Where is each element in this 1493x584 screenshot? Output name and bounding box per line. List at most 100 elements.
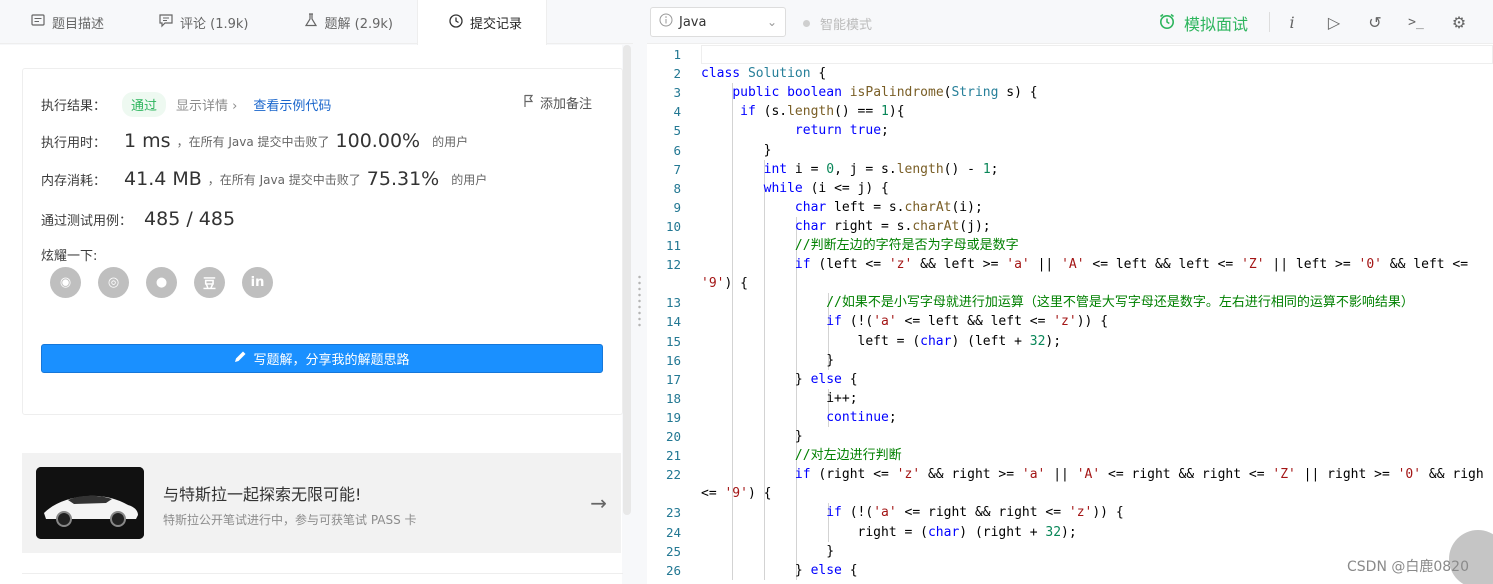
code-line: if (!('a' <= left && left <= 'z')) { bbox=[826, 314, 1109, 330]
exec-result-row: 执行结果： 通过 显示详情 › 查看示例代码 bbox=[41, 92, 331, 117]
submission-panel: 执行结果： 通过 显示详情 › 查看示例代码 添加备注 执行用时： 1 ms ，… bbox=[0, 45, 623, 584]
reset-icon[interactable]: ↺ bbox=[1364, 11, 1386, 33]
line-number: 26 bbox=[665, 562, 681, 578]
next-card-edge bbox=[22, 573, 623, 584]
alarm-clock-icon bbox=[1158, 12, 1176, 34]
memory-row: 内存消耗： 41.4 MB ，在所有 Java 提交中击败了 75.31% 的用… bbox=[41, 168, 487, 190]
code-line: //对左边进行判断 bbox=[794, 448, 902, 464]
line-number: 4 bbox=[673, 104, 681, 120]
code-line: char right = s.charAt(j); bbox=[794, 218, 991, 234]
runtime-percentile: 100.00% bbox=[335, 130, 421, 152]
add-note-label: 添加备注 bbox=[539, 97, 592, 112]
toggle-dot-icon bbox=[803, 20, 810, 27]
tab-comments[interactable]: 评论 (1.9k) bbox=[128, 0, 272, 44]
code-line: char left = s.charAt(i); bbox=[794, 199, 983, 215]
smart-mode-toggle[interactable]: 智能模式 bbox=[803, 14, 872, 33]
line-number: 1 bbox=[673, 47, 681, 62]
language-select[interactable]: Java ⌄ bbox=[650, 7, 786, 37]
testcases-label: 通过测试用例： bbox=[41, 213, 133, 229]
pencil-icon bbox=[234, 350, 247, 367]
code-line: if (left <= 'z' && left >= 'a' || 'A' <=… bbox=[794, 257, 1469, 273]
line-number: 15 bbox=[665, 333, 681, 349]
weibo-icon[interactable]: ◎ bbox=[98, 267, 129, 298]
comment-icon bbox=[158, 12, 174, 32]
line-number: 16 bbox=[665, 352, 681, 368]
runtime-label: 执行用时： bbox=[41, 135, 107, 151]
line-number: 5 bbox=[673, 123, 681, 139]
line-number: 13 bbox=[665, 295, 681, 311]
line-number: 12 bbox=[665, 257, 681, 273]
wechat-icon[interactable]: ◉ bbox=[50, 267, 81, 298]
info-circle-icon bbox=[659, 13, 673, 31]
share-row: 炫耀一下: bbox=[41, 245, 97, 264]
code-area[interactable]: class Solution { public boolean isPalind… bbox=[701, 44, 1493, 584]
line-number: 14 bbox=[665, 314, 681, 330]
code-line: //判断左边的字符是否为字母或是数字 bbox=[794, 238, 1019, 253]
tab-label: 题目描述 bbox=[52, 16, 105, 32]
ad-title: 与特斯拉一起探索无限可能! bbox=[163, 485, 362, 504]
line-number: 18 bbox=[665, 390, 681, 406]
flag-icon bbox=[523, 94, 535, 112]
flask-icon bbox=[303, 12, 319, 32]
line-number: 17 bbox=[665, 371, 681, 387]
drag-handle-icon[interactable] bbox=[638, 274, 641, 328]
add-note-button[interactable]: 添加备注 bbox=[523, 93, 592, 112]
tab-label: 评论 (1.9k) bbox=[180, 16, 249, 32]
tab-description[interactable]: 题目描述 bbox=[0, 0, 128, 44]
share-label: 炫耀一下: bbox=[41, 249, 98, 264]
editor-panel: Java ⌄ 智能模式 模拟面试 i ▷ ↺ >_ ⚙ 1 2 3 4 5 6 7 8 9 10 1… bbox=[647, 0, 1493, 584]
mock-interview-button[interactable]: 模拟面试 bbox=[1158, 11, 1248, 35]
code-line: '9') { bbox=[701, 276, 748, 292]
code-editor[interactable]: 1 2 3 4 5 6 7 8 9 10 11 12 13 14 15 16 17 18 19 20 21 22 23 24 2… bbox=[647, 44, 1493, 584]
tesla-ad-banner[interactable]: 与特斯拉一起探索无限可能! 特斯拉公开笔试进行中，参与可获笔试 PASS 卡 → bbox=[22, 453, 621, 553]
status-badge: 通过 bbox=[122, 92, 167, 117]
douban-icon[interactable]: 豆 bbox=[194, 267, 225, 298]
tab-bar: 题目描述 评论 (1.9k) 题解 (2.9k) 提交记录 bbox=[0, 0, 633, 45]
code-line: } bbox=[701, 543, 835, 559]
line-number: 25 bbox=[665, 543, 681, 559]
panel-splitter[interactable] bbox=[633, 0, 647, 584]
testcases-value: 485 / 485 bbox=[144, 208, 236, 230]
result-card: 执行结果： 通过 显示详情 › 查看示例代码 添加备注 执行用时： 1 ms ，… bbox=[22, 68, 623, 415]
app-root: 题目描述 评论 (1.9k) 题解 (2.9k) 提交记录 执行结果： 通过 显… bbox=[0, 0, 1493, 584]
linkedin-icon[interactable]: in bbox=[242, 267, 273, 298]
code-line: return true; bbox=[794, 123, 889, 139]
code-line: } bbox=[701, 142, 772, 158]
console-icon[interactable]: >_ bbox=[1405, 11, 1427, 33]
qq-icon[interactable]: ● bbox=[146, 267, 177, 298]
tab-submissions[interactable]: 提交记录 bbox=[416, 0, 547, 45]
code-line: } else { bbox=[701, 371, 858, 387]
arrow-right-icon[interactable]: → bbox=[590, 491, 607, 515]
car-image bbox=[36, 467, 144, 539]
line-number: 23 bbox=[665, 505, 681, 521]
view-sample-code-link[interactable]: 查看示例代码 bbox=[253, 95, 331, 114]
code-line: } bbox=[701, 429, 803, 444]
show-details-link[interactable]: 显示详情 › bbox=[176, 95, 237, 114]
code-line: right = (char) (right + 32); bbox=[701, 524, 1077, 540]
settings-icon[interactable]: ⚙ bbox=[1448, 11, 1470, 33]
runtime-mid-text: ，在所有 Java 提交中击败了 bbox=[176, 134, 330, 149]
code-line: if (!('a' <= right && right <= 'z')) { bbox=[826, 505, 1124, 521]
chevron-down-icon: ⌄ bbox=[766, 15, 777, 29]
line-number: 6 bbox=[673, 142, 681, 158]
line-number: 2 bbox=[673, 66, 681, 82]
line-number: 3 bbox=[673, 85, 681, 101]
left-scrollbar[interactable] bbox=[623, 45, 631, 515]
line-number-gutter: 1 2 3 4 5 6 7 8 9 10 11 12 13 14 15 16 17 18 19 20 21 22 23 24 2… bbox=[647, 44, 701, 584]
runtime-row: 执行用时： 1 ms ，在所有 Java 提交中击败了 100.00% 的用户 bbox=[41, 130, 468, 152]
line-number: 11 bbox=[665, 238, 681, 253]
language-value: Java bbox=[679, 14, 707, 30]
clock-icon bbox=[448, 13, 464, 33]
run-icon[interactable]: ▷ bbox=[1323, 11, 1345, 33]
tab-solutions[interactable]: 题解 (2.9k) bbox=[273, 0, 417, 44]
info-icon[interactable]: i bbox=[1281, 11, 1303, 33]
line-number: 21 bbox=[665, 448, 681, 464]
code-line: int i = 0, j = s.length() - 1; bbox=[763, 161, 999, 177]
write-solution-button[interactable]: 写题解，分享我的解题思路 bbox=[41, 344, 603, 373]
line-number: 8 bbox=[673, 180, 681, 196]
memory-label: 内存消耗： bbox=[41, 173, 107, 189]
memory-percentile: 75.31% bbox=[366, 168, 440, 190]
line-number: 20 bbox=[665, 429, 681, 444]
code-line: class Solution { bbox=[701, 66, 827, 82]
code-line: } else { bbox=[701, 562, 858, 578]
